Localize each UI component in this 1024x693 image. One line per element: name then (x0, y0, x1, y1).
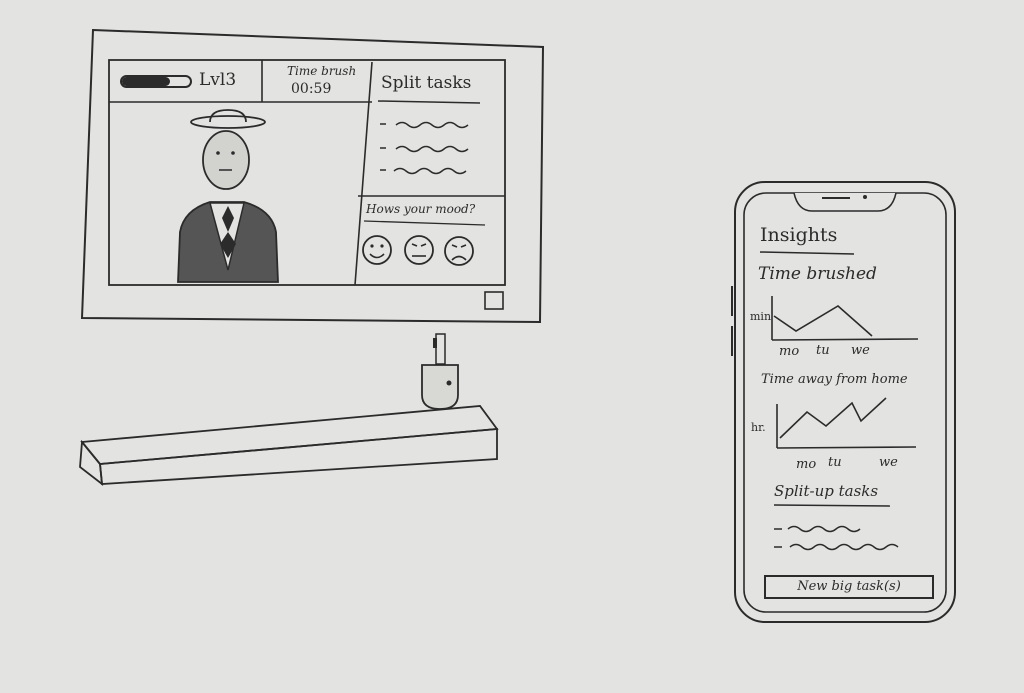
phone-sketch: Insights Time brushed min mo tu we Time … (730, 176, 960, 626)
task-item (774, 543, 899, 551)
smart-toothbrush-device (421, 333, 459, 410)
new-big-task-button[interactable]: New big task(s) (764, 575, 934, 599)
shelf-sketch (79, 333, 499, 486)
task-item (774, 525, 861, 533)
phone-task-list (773, 504, 899, 551)
shelf (79, 405, 499, 486)
